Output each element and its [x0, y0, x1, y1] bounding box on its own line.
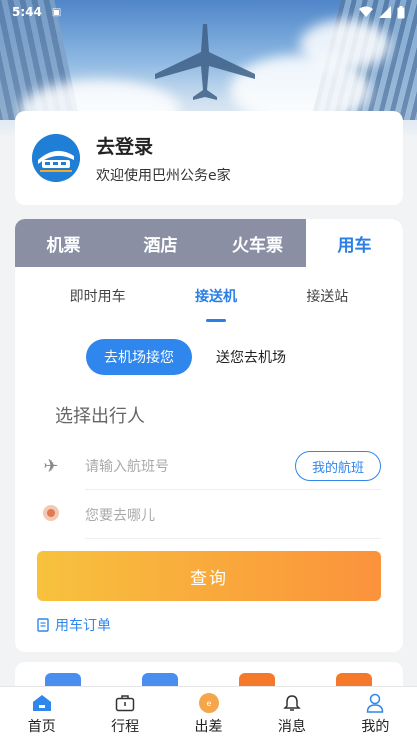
- subtab-airport-transfer[interactable]: 接送机: [195, 278, 237, 314]
- location-dot-icon: [37, 504, 65, 526]
- destination-input[interactable]: 您要去哪儿: [85, 491, 381, 539]
- cloud: [300, 20, 390, 70]
- transfer-mode-switch: 去机场接您 送您去机场: [15, 339, 403, 375]
- car-orders-label: 用车订单: [55, 618, 111, 634]
- business-trip-icon: e: [198, 692, 220, 713]
- subtab-station-transfer[interactable]: 接送站: [306, 278, 348, 314]
- nav-profile[interactable]: 我的: [334, 687, 417, 741]
- booking-card: 机票 酒店 火车票 用车 即时用车 接送机 接送站 去机场接您 送您去机场 选择…: [15, 219, 403, 652]
- subtab-instant-car[interactable]: 即时用车: [70, 278, 126, 314]
- query-button[interactable]: 查询: [37, 551, 381, 601]
- dropoff-mode-button[interactable]: 送您去机场: [198, 339, 304, 375]
- status-time: 5:44: [12, 5, 42, 19]
- notification-icon: ▣: [51, 6, 62, 18]
- nav-business-trip[interactable]: e 出差: [167, 687, 250, 741]
- signal-icon: [379, 6, 391, 18]
- car-subtabs: 即时用车 接送机 接送站: [15, 267, 403, 325]
- home-icon: [31, 693, 53, 713]
- battery-icon: [397, 5, 405, 18]
- user-icon: [364, 693, 386, 713]
- login-card[interactable]: 去登录 欢迎使用巴州公务e家: [15, 111, 403, 205]
- bottom-nav: 首页 行程 e 出差 消息 我的: [0, 686, 417, 741]
- suitcase-icon: [114, 693, 136, 713]
- airplane-image: [155, 24, 255, 100]
- car-orders-link[interactable]: 用车订单: [37, 615, 111, 635]
- app-logo: [32, 134, 80, 182]
- traveler-select[interactable]: 选择出行人: [15, 402, 403, 428]
- tab-hotel[interactable]: 酒店: [112, 219, 209, 267]
- my-flight-button[interactable]: 我的航班: [294, 451, 381, 481]
- document-icon: [37, 618, 49, 632]
- login-subtitle: 欢迎使用巴州公务e家: [96, 167, 231, 184]
- destination-row: 您要去哪儿: [37, 491, 381, 539]
- bell-icon: [281, 693, 303, 713]
- tab-car[interactable]: 用车: [306, 219, 403, 267]
- nav-home[interactable]: 首页: [0, 687, 83, 741]
- wifi-icon: [359, 6, 373, 17]
- svg-text:e: e: [206, 699, 211, 708]
- nav-itinerary[interactable]: 行程: [83, 687, 166, 741]
- status-bar: 5:44 ▣: [0, 0, 417, 24]
- airplane-icon: ✈: [43, 455, 59, 477]
- tab-train[interactable]: 火车票: [209, 219, 306, 267]
- login-title[interactable]: 去登录: [96, 132, 231, 159]
- tab-flight[interactable]: 机票: [15, 219, 112, 267]
- pickup-mode-button[interactable]: 去机场接您: [86, 339, 192, 375]
- nav-messages[interactable]: 消息: [250, 687, 333, 741]
- booking-tabs: 机票 酒店 火车票 用车: [15, 219, 403, 267]
- flight-number-row: ✈ 请输入航班号 我的航班: [37, 442, 381, 490]
